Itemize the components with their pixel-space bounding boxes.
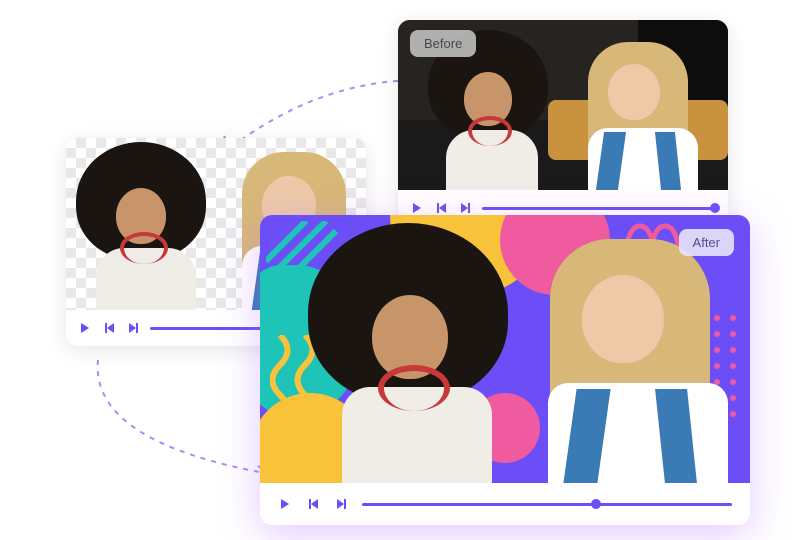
badge-before: Before [410, 30, 476, 57]
badge-before-label: Before [424, 36, 462, 51]
video-card-after: After [260, 215, 750, 525]
arrow-middle-to-after [80, 352, 290, 487]
badge-after: After [679, 229, 734, 256]
skip-previous-icon[interactable] [434, 201, 448, 215]
progress-thumb[interactable] [710, 203, 720, 213]
badge-after-label: After [693, 235, 720, 250]
skip-next-icon[interactable] [458, 201, 472, 215]
skip-next-icon[interactable] [126, 321, 140, 335]
progress-track[interactable] [362, 503, 732, 506]
play-icon[interactable] [410, 201, 424, 215]
video-card-before: Before [398, 20, 728, 225]
play-icon[interactable] [78, 321, 92, 335]
player-controls-after [260, 483, 750, 525]
preview-before: Before [398, 20, 728, 190]
skip-previous-icon[interactable] [306, 497, 320, 511]
progress-track[interactable] [482, 207, 716, 210]
play-icon[interactable] [278, 497, 292, 511]
skip-next-icon[interactable] [334, 497, 348, 511]
preview-after: After [260, 215, 750, 483]
skip-previous-icon[interactable] [102, 321, 116, 335]
progress-thumb[interactable] [591, 499, 601, 509]
